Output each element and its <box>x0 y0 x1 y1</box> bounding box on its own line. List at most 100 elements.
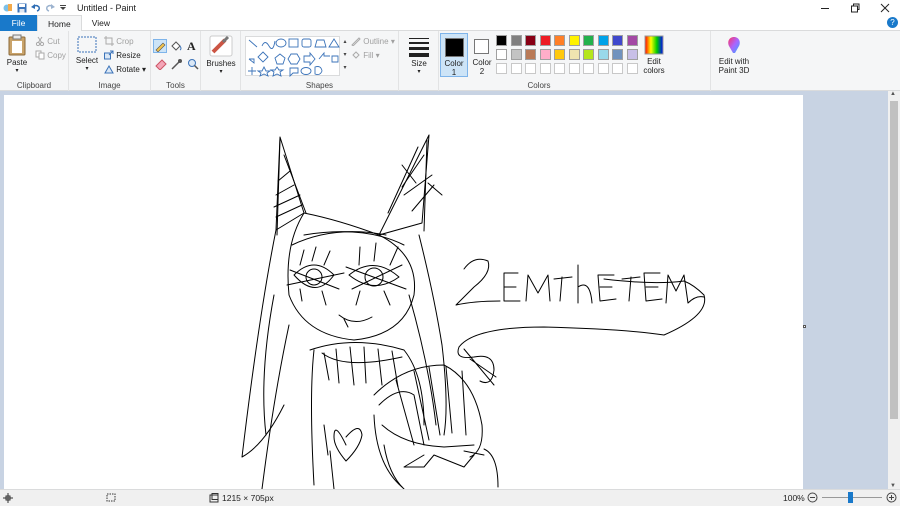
resize-button[interactable]: Resize <box>104 50 141 62</box>
copy-icon <box>35 50 45 62</box>
restore-button[interactable] <box>840 0 870 15</box>
palette-swatch[interactable] <box>568 49 580 60</box>
palette-swatch[interactable] <box>496 35 507 46</box>
palette-swatch[interactable] <box>525 49 536 60</box>
save-icon[interactable] <box>17 3 27 13</box>
color-picker-tool[interactable] <box>171 58 183 72</box>
clipboard-group-label: Clipboard <box>16 81 52 90</box>
canvas-resize-handle[interactable] <box>803 325 806 328</box>
paint-app-icon <box>3 3 13 13</box>
palette-swatch[interactable] <box>510 49 522 60</box>
color1-number: 1 <box>451 68 457 77</box>
rotate-icon <box>104 64 114 76</box>
zoom-slider-thumb[interactable] <box>848 492 853 503</box>
crop-icon <box>104 36 114 48</box>
customize-toolbar-icon[interactable] <box>59 3 69 13</box>
canvas-workspace <box>0 91 888 489</box>
status-bar: 1215 × 705px 100% <box>0 489 900 506</box>
tools-group-label: Tools <box>166 81 185 90</box>
custom-color-slot[interactable] <box>612 63 623 74</box>
magnifier-tool[interactable] <box>187 58 199 72</box>
select-rectangle-icon <box>77 36 97 53</box>
paste-button[interactable]: Paste ▾ <box>3 34 31 74</box>
palette-swatch[interactable] <box>583 49 594 60</box>
outline-icon <box>351 36 361 48</box>
tab-file[interactable]: File <box>0 15 37 31</box>
custom-color-slot[interactable] <box>496 63 507 74</box>
size-button[interactable]: Size ▾ <box>404 35 434 75</box>
edit-colors-button[interactable]: Edit colors <box>641 35 667 75</box>
custom-color-slot[interactable] <box>539 63 551 74</box>
color1-button[interactable]: Color 1 <box>440 33 468 77</box>
eyedropper-icon <box>171 59 182 70</box>
custom-color-slot[interactable] <box>583 63 594 74</box>
palette-swatch[interactable] <box>583 35 594 46</box>
shapes-gallery[interactable] <box>245 36 340 78</box>
title-bar: Untitled - Paint <box>0 0 900 15</box>
color2-button[interactable]: Color 2 <box>469 33 495 77</box>
undo-icon[interactable] <box>31 3 41 13</box>
palette-swatch[interactable] <box>539 49 551 60</box>
palette-swatch[interactable] <box>510 35 522 46</box>
scissors-icon <box>35 36 45 48</box>
palette-swatch[interactable] <box>626 49 638 60</box>
magnifier-icon <box>188 59 199 70</box>
paste-label: Paste <box>6 58 28 67</box>
shapes-group: ▴ ▾ ▾ Outline ▾ Fill ▾ Shapes <box>241 31 399 91</box>
zoom-in-icon[interactable] <box>886 492 897 505</box>
palette-swatch[interactable] <box>612 35 623 46</box>
scrollbar-thumb[interactable] <box>890 101 898 419</box>
rotate-button[interactable]: Rotate ▾ <box>104 64 146 76</box>
palette-swatch[interactable] <box>568 35 580 46</box>
custom-color-slot[interactable] <box>568 63 580 74</box>
zoom-out-icon[interactable] <box>807 492 818 505</box>
minimize-button[interactable] <box>810 0 840 15</box>
edit-with-paint3d-button[interactable]: Edit with Paint 3D <box>713 35 755 75</box>
copy-button[interactable]: Copy <box>35 50 66 62</box>
outline-button[interactable]: Outline ▾ <box>351 36 395 48</box>
colors-group-label: Colors <box>527 81 551 90</box>
selection-size-icon <box>106 493 116 505</box>
text-tool[interactable]: A <box>187 39 196 54</box>
palette-swatch[interactable] <box>597 49 609 60</box>
eraser-tool[interactable] <box>155 58 167 72</box>
color-wheel-icon <box>644 35 664 55</box>
color2-label: Color <box>472 58 492 67</box>
palette-swatch[interactable] <box>554 49 565 60</box>
custom-color-slot[interactable] <box>525 63 536 74</box>
palette-swatch[interactable] <box>496 49 507 60</box>
text-a-icon: A <box>187 39 196 53</box>
cut-button[interactable]: Cut <box>35 36 60 48</box>
custom-color-slot[interactable] <box>554 63 565 74</box>
custom-color-slot[interactable] <box>626 63 638 74</box>
palette-swatch[interactable] <box>626 35 638 46</box>
crop-button[interactable]: Crop <box>104 36 134 48</box>
brushes-button[interactable]: Brushes ▾ <box>205 35 237 75</box>
scroll-up-icon[interactable]: ▲ <box>890 91 896 97</box>
palette-swatch[interactable] <box>597 35 609 46</box>
resize-icon <box>104 50 114 62</box>
redo-icon[interactable] <box>45 3 55 13</box>
palette-swatch[interactable] <box>525 35 536 46</box>
palette-swatch[interactable] <box>554 35 565 46</box>
select-button[interactable]: Select ▾ <box>74 36 100 72</box>
drawing-canvas[interactable] <box>4 95 803 489</box>
ribbon: Paste ▾ Cut Copy Clipboard Select ▾ Crop… <box>0 31 900 91</box>
image-dimensions: 1215 × 705px <box>222 493 274 503</box>
tab-home[interactable]: Home <box>37 15 82 32</box>
close-button[interactable] <box>870 0 900 15</box>
fill-tool[interactable] <box>170 40 182 54</box>
color2-swatch <box>474 39 489 54</box>
palette-swatch[interactable] <box>612 49 623 60</box>
palette-swatch[interactable] <box>539 35 551 46</box>
shapes-scroll[interactable]: ▴ ▾ ▾ <box>342 36 348 76</box>
tab-view[interactable]: View <box>82 15 120 31</box>
custom-color-slot[interactable] <box>510 63 522 74</box>
help-icon[interactable]: ? <box>887 17 898 28</box>
vertical-scrollbar[interactable]: ▲ ▼ <box>888 91 900 489</box>
zoom-level: 100% <box>783 493 805 503</box>
custom-color-slot[interactable] <box>597 63 609 74</box>
pencil-tool[interactable] <box>153 39 167 53</box>
fill-button[interactable]: Fill ▾ <box>351 50 380 62</box>
color-palette <box>496 35 644 79</box>
